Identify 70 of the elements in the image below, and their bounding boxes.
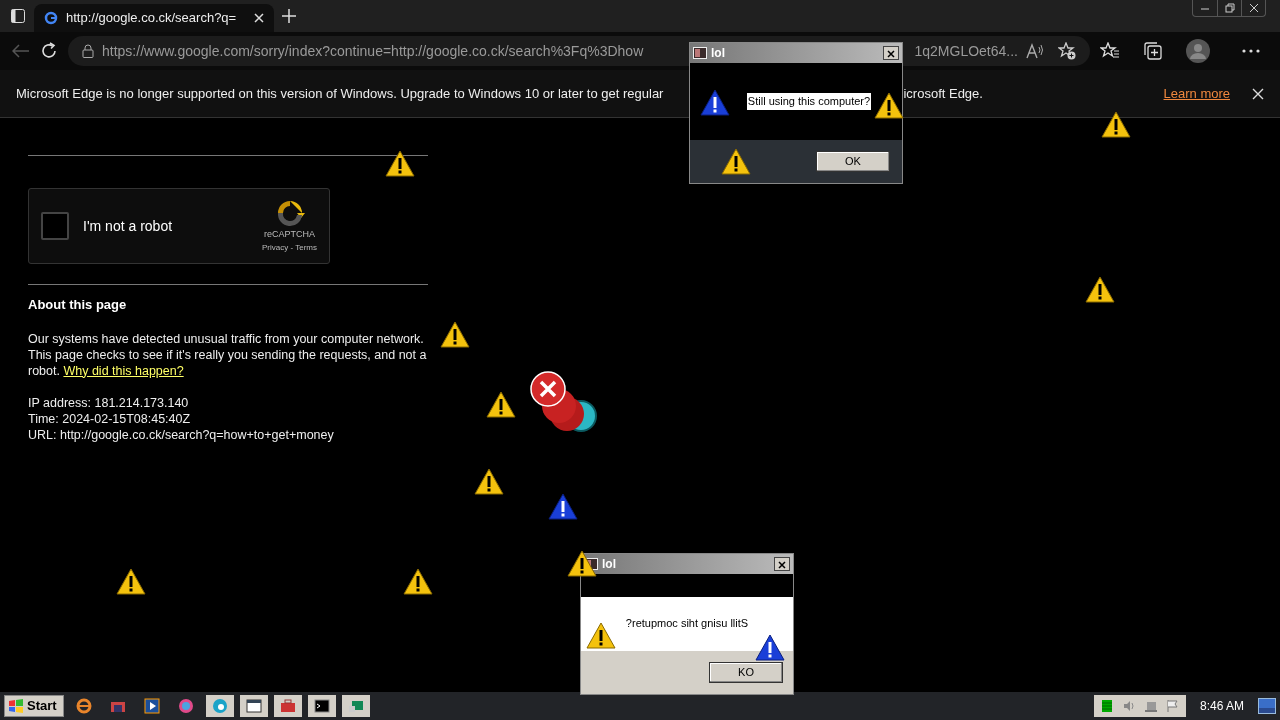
recaptcha-legal-links[interactable]: Privacy - Terms — [262, 241, 317, 254]
checkbox[interactable] — [41, 212, 69, 240]
refresh-icon[interactable] — [40, 42, 58, 60]
checkbox-label: I'm not a robot — [83, 216, 173, 236]
favorite-icon[interactable] — [1058, 42, 1076, 60]
detail-line: Time: 2024-02-15T08:45:40Z — [28, 410, 192, 427]
read-aloud-icon[interactable] — [1026, 43, 1044, 59]
warning-icon — [486, 391, 516, 418]
toolbox-icon — [279, 698, 296, 714]
banner-message: Microsoft Edge is no longer supported on this version of Windows. Upgrade to Windows 10 or later to get regular — [16, 84, 664, 103]
why-link[interactable]: Why did this happen? — [63, 363, 184, 378]
lock-icon — [82, 44, 94, 58]
warning-icon — [721, 148, 751, 175]
page-icon — [44, 11, 58, 25]
clock[interactable]: 8:46 AM — [1191, 697, 1252, 715]
back-icon[interactable] — [12, 44, 30, 58]
taskbar-button[interactable] — [341, 695, 370, 717]
warning-icon — [403, 568, 433, 595]
more-icon[interactable] — [1242, 49, 1260, 53]
meter-icon[interactable] — [1099, 699, 1114, 713]
close-icon[interactable] — [1247, 3, 1260, 13]
new-tab-icon[interactable] — [282, 9, 296, 23]
section-heading: About this page — [28, 296, 128, 314]
dialog-title: lol — [711, 45, 725, 62]
warning-icon — [755, 634, 785, 661]
close-button[interactable] — [774, 557, 790, 571]
browser-icon — [75, 698, 92, 714]
media-player-icon — [143, 698, 160, 714]
window-icon — [245, 698, 262, 714]
restore-icon[interactable] — [1223, 3, 1236, 13]
start-button[interactable]: Start — [4, 695, 64, 717]
taskbar-button[interactable] — [273, 695, 302, 717]
app-icon — [693, 47, 707, 59]
banner-message: icrosoft Edge. — [903, 84, 983, 103]
console-icon — [313, 698, 330, 714]
favorites-icon[interactable] — [1100, 42, 1120, 60]
warning-icon — [1101, 111, 1131, 138]
warning-icon — [116, 568, 146, 595]
warning-icon — [548, 493, 578, 520]
windows-logo-icon — [8, 699, 24, 713]
dialog-message: Still using this computer? — [746, 93, 872, 110]
paragraph: Our systems have detected unusual traffic from your computer network. This page checks to see if it's really you sending the requests, and not a robot. Why did this happen? — [28, 330, 428, 379]
taskbar-button[interactable] — [307, 695, 336, 717]
browser-icon — [177, 698, 194, 714]
warning-icon — [474, 468, 504, 495]
flag-icon[interactable] — [1165, 699, 1180, 713]
detail-line: URL: http://google.co.ck/search?q=how+to+get+money — [28, 426, 335, 443]
profile-avatar-icon[interactable] — [1186, 39, 1210, 63]
warning-icon — [440, 321, 470, 348]
warning-icon — [700, 89, 730, 116]
taskbar-button[interactable] — [239, 695, 268, 717]
dialog-title: lol — [602, 556, 616, 573]
dialog-button[interactable]: OK — [816, 151, 890, 172]
close-icon — [887, 50, 895, 59]
close-icon[interactable] — [254, 13, 264, 23]
warning-icon — [385, 150, 415, 177]
browser-tab[interactable]: http://google.co.ck/search?q= — [34, 4, 274, 32]
warning-icon — [586, 622, 616, 649]
taskbar-button[interactable] — [205, 695, 234, 717]
detail-line: IP address: 181.214.173.140 — [28, 394, 190, 411]
collections-icon[interactable] — [1144, 42, 1162, 60]
tab-actions-icon[interactable] — [10, 8, 26, 24]
dialog-button[interactable]: KO — [709, 662, 783, 683]
recaptcha-brand: reCAPTCHA — [264, 228, 315, 242]
close-button[interactable] — [883, 46, 899, 60]
close-icon[interactable] — [1252, 87, 1264, 100]
learn-more-link[interactable]: Learn more — [1163, 83, 1230, 104]
close-icon — [778, 561, 786, 570]
warning-icon — [1085, 276, 1115, 303]
show-desktop-icon[interactable] — [1258, 698, 1276, 714]
